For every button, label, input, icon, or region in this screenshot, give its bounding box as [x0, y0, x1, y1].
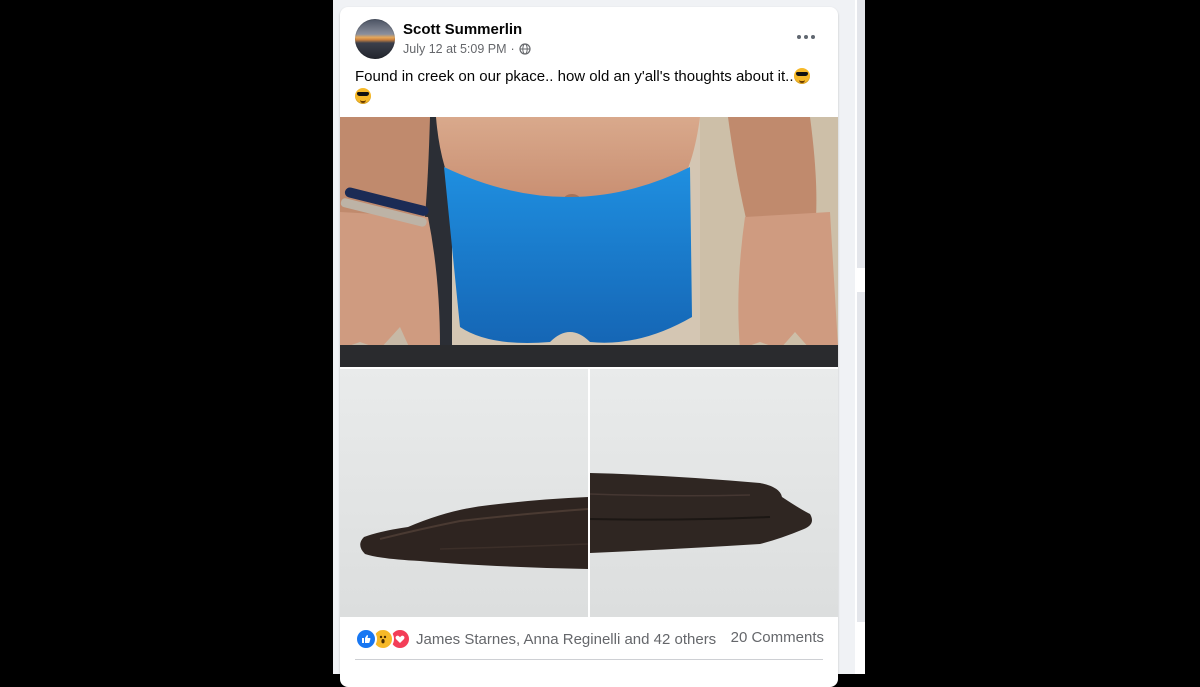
post-photo-main[interactable] [340, 117, 838, 367]
post-header: Scott Summerlin July 12 at 5:09 PM · [340, 7, 838, 67]
post-text: Found in creek on our pkace.. how old an… [355, 67, 825, 107]
photo-wood-artifact-left [360, 497, 588, 569]
globe-icon[interactable] [519, 43, 531, 55]
post-photo-artifact-right[interactable] [590, 369, 838, 617]
like-icon [355, 628, 377, 650]
sunglasses-emoji-icon [355, 88, 371, 104]
footer-divider [355, 659, 823, 660]
reactions-summary[interactable]: James Starnes, Anna Reginelli and 42 oth… [355, 627, 716, 651]
avatar[interactable] [355, 19, 395, 59]
right-panel-segment [857, 0, 865, 268]
post-message: Found in creek on our pkace.. how old an… [355, 68, 794, 85]
photo-wood-artifact-right [590, 473, 812, 553]
sunglasses-emoji-icon [793, 68, 810, 84]
reactions-names[interactable]: James Starnes, Anna Reginelli and 42 oth… [416, 631, 716, 648]
author-name[interactable]: Scott Summerlin [403, 21, 522, 38]
post-card: Scott Summerlin July 12 at 5:09 PM · Fou… [340, 7, 838, 687]
right-panel-segment [857, 292, 865, 622]
post-meta: July 12 at 5:09 PM · [403, 42, 531, 56]
post-photo-artifact-left[interactable] [340, 369, 588, 617]
comments-count[interactable]: 20 Comments [731, 629, 824, 646]
more-options-button[interactable] [792, 27, 820, 47]
timestamp[interactable]: July 12 at 5:09 PM [403, 42, 507, 56]
photo-person-blue-shorts [340, 117, 838, 367]
meta-separator: · [510, 42, 515, 56]
ellipsis-icon [797, 35, 801, 39]
